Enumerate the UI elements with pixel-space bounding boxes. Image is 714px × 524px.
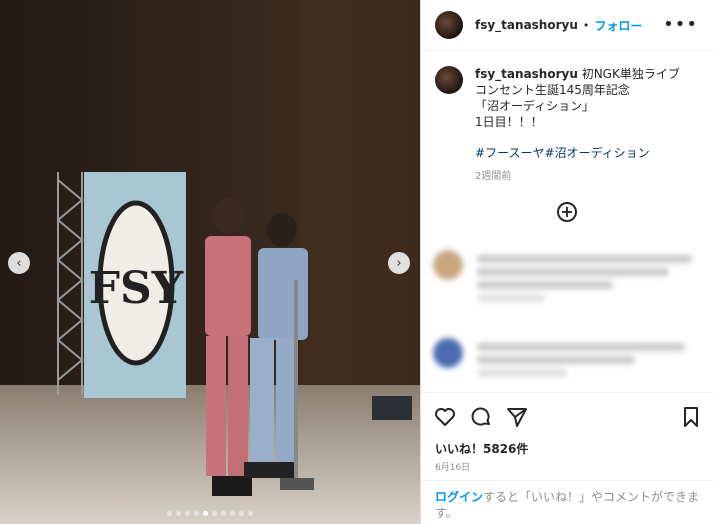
chevron-right-icon[interactable]: › — [388, 252, 410, 274]
avatar[interactable] — [435, 11, 463, 39]
carousel-dot — [230, 511, 235, 516]
like-count[interactable]: いいね！5826件 — [435, 440, 528, 457]
caption: fsy_tanashoryu 初NGK単独ライブ コンセント生誕145周年記念 … — [435, 66, 705, 182]
performer-left — [205, 198, 252, 496]
carousel-dot — [221, 511, 226, 516]
more-options-icon[interactable]: ••• — [663, 14, 698, 35]
share-icon[interactable] — [505, 405, 529, 429]
caption-avatar[interactable] — [435, 66, 463, 94]
stage-photo: FSY — [0, 0, 420, 524]
comment-item — [433, 338, 703, 398]
carousel-dot — [194, 511, 199, 516]
post-side-panel: fsy_tanashoryu • フォロー ••• fsy_tanashoryu… — [420, 0, 714, 524]
post-date: 6月16日 — [435, 463, 471, 473]
login-link[interactable]: ログイン — [435, 490, 483, 504]
caption-time: 2週間前 — [475, 171, 512, 182]
post-photo[interactable]: FSY ‹ › — [0, 0, 420, 524]
comment-icon[interactable] — [469, 405, 493, 429]
carousel-dot — [239, 511, 244, 516]
carousel-dots — [167, 511, 253, 516]
stage-logo: FSY — [89, 263, 184, 314]
header-username[interactable]: fsy_tanashoryu — [475, 18, 578, 32]
caption-username[interactable]: fsy_tanashoryu — [475, 67, 578, 81]
carousel-dot — [248, 511, 253, 516]
login-prompt: ログインすると「いいね！」やコメントができます。 — [421, 480, 714, 524]
heart-icon[interactable] — [433, 405, 457, 429]
carousel-dot — [167, 511, 172, 516]
caption-body: fsy_tanashoryu 初NGK単独ライブ コンセント生誕145周年記念 … — [475, 66, 680, 130]
carousel-dot — [212, 511, 217, 516]
add-comment-icon[interactable]: + — [557, 202, 577, 222]
comment-avatar — [433, 250, 463, 280]
caption-hashtags[interactable]: #フースーヤ#沼オーディション — [475, 144, 680, 161]
comment-item — [433, 250, 703, 310]
header-separator: • — [582, 18, 590, 32]
follow-button[interactable]: フォロー — [594, 17, 642, 34]
comment-avatar — [433, 338, 463, 368]
carousel-dot — [185, 511, 190, 516]
carousel-dot — [203, 511, 208, 516]
action-bar — [421, 392, 714, 438]
bookmark-icon[interactable] — [679, 405, 703, 429]
carousel-dot — [176, 511, 181, 516]
post-header: fsy_tanashoryu • フォロー ••• — [421, 0, 714, 51]
chevron-left-icon[interactable]: ‹ — [8, 252, 30, 274]
